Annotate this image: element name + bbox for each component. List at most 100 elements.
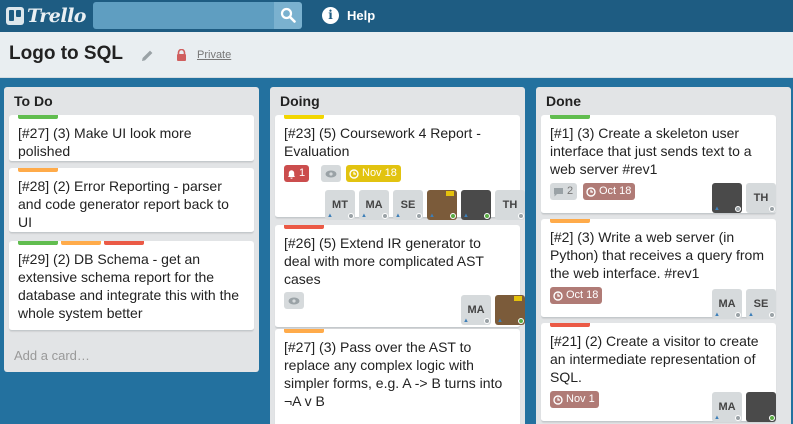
member-avatar[interactable]: MA ▲ xyxy=(461,295,491,325)
chevron-up-icon: ▲ xyxy=(714,206,720,212)
card[interactable]: [#28] (2) Error Reporting - parser and c… xyxy=(9,168,254,233)
card[interactable]: [#21] (2) Create a visitor to create an … xyxy=(541,323,776,422)
bell-icon xyxy=(288,169,295,179)
board-privacy-link[interactable]: Private xyxy=(197,49,231,61)
member-avatar-photo[interactable]: ▲ xyxy=(461,190,491,220)
list-done: Done [#1] (3) Create a skeleton user int… xyxy=(536,87,791,424)
search-button[interactable] xyxy=(274,2,302,29)
list-title[interactable]: Done xyxy=(546,93,581,109)
card[interactable]: [#23] (5) Coursework 4 Report - Evaluati… xyxy=(275,115,525,220)
card-labels xyxy=(284,115,324,119)
member-avatar-photo[interactable]: ▲ xyxy=(712,183,742,213)
pencil-icon[interactable] xyxy=(141,49,154,62)
board-title[interactable]: Logo to SQL xyxy=(9,43,123,65)
due-date-badge: Nov 1 xyxy=(550,391,599,408)
member-avatar[interactable]: MA ▲ xyxy=(712,289,742,319)
eye-icon xyxy=(288,297,300,304)
comment-icon xyxy=(554,187,563,196)
top-header: Trello i Help xyxy=(0,0,793,32)
card-title: [#21] (2) Create a visitor to create an … xyxy=(550,333,759,385)
label-red xyxy=(104,241,144,245)
trello-board-icon xyxy=(6,7,24,25)
member-avatar-photo[interactable]: ▲ xyxy=(495,295,525,325)
chevron-up-icon: ▲ xyxy=(497,318,503,324)
member-avatar[interactable]: TH xyxy=(495,190,525,220)
chevron-up-icon: ▲ xyxy=(361,213,367,219)
card[interactable]: [#2] (3) Write a web server (in Python) … xyxy=(541,219,776,319)
board-header: Logo to SQL Private xyxy=(0,32,793,78)
card-title: [#27] (3) Make UI look more polished xyxy=(18,125,192,159)
card[interactable]: [#26] (5) Extend IR generator to deal wi… xyxy=(275,225,525,328)
list-title[interactable]: To Do xyxy=(14,93,53,109)
info-icon: i xyxy=(322,6,339,24)
card-title: [#26] (5) Extend IR generator to deal wi… xyxy=(284,235,484,287)
label-orange xyxy=(284,329,324,333)
card-labels xyxy=(284,329,324,333)
list-title[interactable]: Doing xyxy=(280,93,320,109)
chevron-up-icon: ▲ xyxy=(395,213,401,219)
help-button[interactable]: i Help xyxy=(322,5,375,25)
member-avatar-photo[interactable]: ▲ xyxy=(427,190,457,220)
member-avatar-photo[interactable] xyxy=(746,392,776,422)
label-red xyxy=(550,323,590,327)
card[interactable]: [#29] (2) DB Schema - get an extensive s… xyxy=(9,241,254,331)
crown-icon xyxy=(514,296,522,301)
label-orange xyxy=(550,219,590,223)
card[interactable]: [#1] (3) Create a skeleton user interfac… xyxy=(541,115,776,214)
card-labels xyxy=(550,115,590,119)
watch-badge xyxy=(284,292,304,309)
member-avatar[interactable]: SE ▲ xyxy=(393,190,423,220)
label-green xyxy=(550,115,590,119)
label-red xyxy=(284,225,324,229)
label-orange xyxy=(61,241,101,245)
search-input[interactable] xyxy=(93,2,274,29)
chevron-up-icon: ▲ xyxy=(429,213,435,219)
eye-icon xyxy=(325,170,337,177)
due-date-badge: Nov 18 xyxy=(346,165,401,182)
card-labels xyxy=(284,225,324,229)
notification-badge: 1 xyxy=(284,165,310,182)
search-icon xyxy=(280,7,296,23)
card[interactable]: [#27] (3) Pass over the AST to replace a… xyxy=(275,329,520,424)
add-card-link[interactable]: Add a card… xyxy=(14,348,90,363)
due-date: Nov 1 xyxy=(566,393,595,405)
comment-count: 2 xyxy=(567,185,574,197)
card-title: [#29] (2) DB Schema - get an extensive s… xyxy=(18,251,240,321)
crown-icon xyxy=(446,191,454,196)
label-green xyxy=(18,241,58,245)
label-green xyxy=(18,115,58,119)
card-labels xyxy=(18,168,58,172)
card-title: [#1] (3) Create a skeleton user interfac… xyxy=(550,125,752,177)
card-labels xyxy=(550,219,590,223)
due-date-badge: Oct 18 xyxy=(583,183,636,200)
clock-icon xyxy=(349,168,359,179)
chevron-up-icon: ▲ xyxy=(463,318,469,324)
list-todo: To Do [#27] (3) Make UI look more polish… xyxy=(4,87,259,372)
label-orange xyxy=(18,168,58,172)
list-doing: Doing [#23] (5) Coursework 4 Report - Ev… xyxy=(270,87,525,424)
member-avatar[interactable]: MA ▲ xyxy=(712,392,742,422)
due-date: Oct 18 xyxy=(599,185,632,197)
due-date: Nov 18 xyxy=(362,167,397,179)
card-labels xyxy=(18,241,144,245)
notification-count: 1 xyxy=(299,167,306,179)
member-avatar[interactable]: TH xyxy=(746,183,776,213)
due-date-badge: Oct 18 xyxy=(550,287,603,304)
member-avatar[interactable]: MA ▲ xyxy=(359,190,389,220)
chevron-up-icon: ▲ xyxy=(463,213,469,219)
lock-icon xyxy=(177,49,186,61)
member-avatar[interactable]: MT ▲ xyxy=(325,190,355,220)
card-title: [#23] (5) Coursework 4 Report - Evaluati… xyxy=(284,125,481,159)
clock-icon xyxy=(553,394,563,405)
chevron-up-icon: ▲ xyxy=(327,213,333,219)
card[interactable]: [#27] (3) Make UI look more polished xyxy=(9,115,254,162)
chevron-up-icon: ▲ xyxy=(714,312,720,318)
chevron-up-icon: ▲ xyxy=(714,415,720,421)
trello-logo[interactable]: Trello xyxy=(6,5,86,27)
label-yellow xyxy=(284,115,324,119)
logo-text: Trello xyxy=(27,5,86,27)
card-labels xyxy=(18,115,58,119)
member-avatar[interactable]: SE ▲ xyxy=(746,289,776,319)
clock-icon xyxy=(586,186,596,197)
card-title: [#28] (2) Error Reporting - parser and c… xyxy=(18,178,229,230)
